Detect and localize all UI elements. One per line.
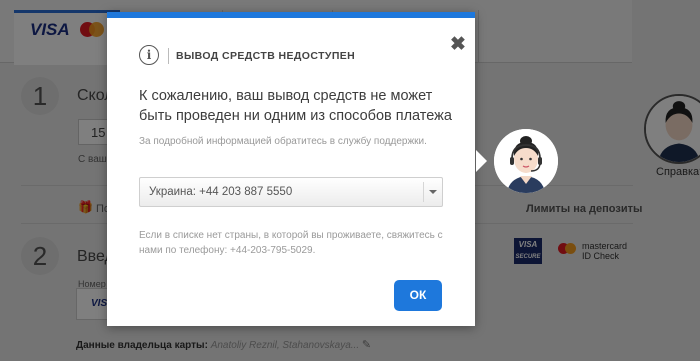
close-icon[interactable]: ✖ bbox=[449, 35, 467, 54]
support-note: За подробной информацией обратитесь в сл… bbox=[139, 136, 427, 147]
withdrawal-unavailable-modal: i ВЫВОД СРЕДСТВ НЕДОСТУПЕН ✖ К сожалению… bbox=[107, 12, 475, 326]
support-phone-select[interactable]: Украина: +44 203 887 5550 bbox=[139, 177, 443, 207]
title-separator bbox=[168, 48, 169, 64]
chevron-down-icon[interactable] bbox=[423, 182, 442, 202]
country-help-note: Если в списке нет страны, в которой вы п… bbox=[139, 230, 443, 256]
support-avatar[interactable] bbox=[494, 129, 558, 193]
modal-message: К сожалению, ваш вывод средств не может … bbox=[139, 88, 452, 124]
ok-button[interactable]: ОК bbox=[394, 280, 442, 311]
phone-select-value: Украина: +44 203 887 5550 bbox=[149, 186, 293, 198]
support-agent-icon bbox=[494, 129, 558, 193]
support-pointer bbox=[476, 150, 487, 172]
info-icon: i bbox=[139, 45, 159, 65]
modal-title: ВЫВОД СРЕДСТВ НЕДОСТУПЕН bbox=[176, 50, 356, 62]
